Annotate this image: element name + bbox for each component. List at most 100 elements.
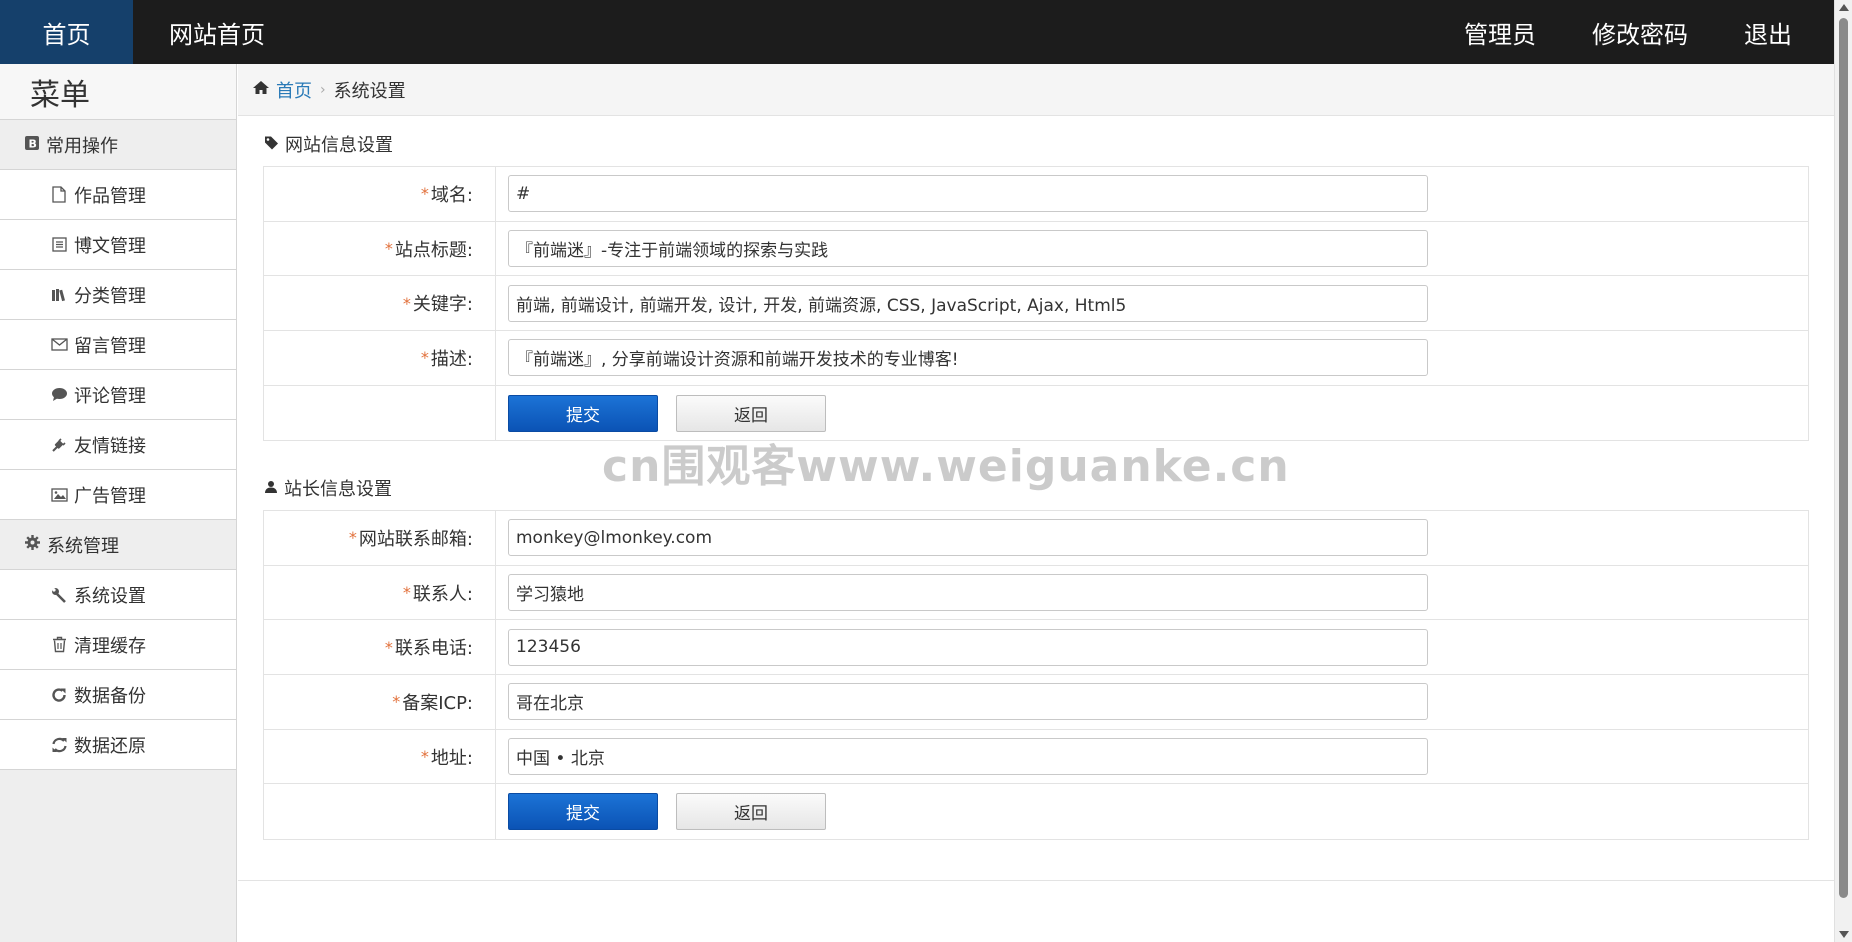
address-input[interactable]: 中国 • 北京 (508, 738, 1428, 776)
required-mark: * (420, 348, 429, 368)
breadcrumb-current: 系统设置 (333, 80, 406, 102)
plug-icon (50, 437, 68, 453)
wrench-icon (50, 587, 68, 603)
sidebar-group-label: 常用操作 (46, 135, 118, 157)
site-settings-form: * 域名: # * 站点标题: 『前端迷』-专注于前端领域的探索与实践 * 关键字: … (263, 166, 1809, 442)
phone-input[interactable]: 123456 (508, 628, 1428, 666)
form-row-email: * 网站联系邮箱: monkey@lmonkey.com (264, 511, 1808, 566)
form-row-contact: * 联系人: 学习猿地 (264, 565, 1808, 621)
owner-back-button[interactable]: 返回 (676, 793, 826, 831)
home-icon (252, 79, 270, 100)
required-mark: * (384, 239, 393, 259)
sidebar-item-system-settings[interactable]: 系统设置 (0, 570, 236, 620)
sidebar-item-label: 清理缓存 (74, 635, 146, 657)
required-mark: * (420, 184, 429, 204)
nav-logout-link[interactable]: 退出 (1716, 0, 1834, 64)
site-back-button[interactable]: 返回 (676, 394, 826, 432)
required-mark: * (402, 293, 411, 313)
keywords-input[interactable]: 前端, 前端设计, 前端开发, 设计, 开发, 前端资源, CSS, JavaS… (508, 284, 1428, 322)
sidebar-item-label: 系统设置 (74, 585, 146, 607)
sidebar-item-label: 评论管理 (74, 385, 146, 407)
domain-input[interactable]: # (508, 175, 1428, 213)
owner-section-title: 站长信息设置 (264, 475, 392, 501)
field-label: 联系电话: (394, 638, 473, 660)
field-label: 联系人: (412, 583, 473, 605)
description-input[interactable]: 『前端迷』, 分享前端设计资源和前端开发技术的专业博客! (508, 339, 1428, 377)
site-submit-button[interactable]: 提交 (508, 394, 658, 432)
sidebar-item-label: 数据备份 (74, 685, 146, 707)
sidebar-item-categories[interactable]: 分类管理 (0, 270, 236, 320)
sidebar-item-works[interactable]: 作品管理 (0, 170, 236, 220)
sidebar-item-label: 广告管理 (74, 485, 146, 507)
sidebar-group-system[interactable]: 系统管理 (0, 520, 236, 570)
sidebar-title: 菜单 (0, 64, 236, 120)
sidebar-item-comments[interactable]: 评论管理 (0, 370, 236, 420)
required-mark: * (420, 747, 429, 767)
nav-home-link[interactable]: 首页 (0, 0, 133, 64)
contact-input[interactable]: 学习猿地 (508, 574, 1428, 612)
breadcrumb-home-link[interactable]: 首页 (276, 77, 312, 103)
breadcrumb: 首页 › 系统设置 (238, 64, 1834, 116)
field-label: 地址: (430, 747, 473, 769)
field-label: 描述: (430, 348, 473, 370)
sidebar-item-messages[interactable]: 留言管理 (0, 320, 236, 370)
nav-change-password-link[interactable]: 修改密码 (1564, 0, 1716, 64)
scrollbar-thumb[interactable] (1839, 18, 1848, 898)
sidebar-item-ads[interactable]: 广告管理 (0, 470, 236, 520)
owner-section-title-text: 站长信息设置 (284, 479, 392, 500)
field-label: 关键字: (412, 294, 473, 316)
form-row-site-title: * 站点标题: 『前端迷』-专注于前端领域的探索与实践 (264, 221, 1808, 277)
field-label: 域名: (430, 184, 473, 206)
owner-submit-button[interactable]: 提交 (508, 793, 658, 831)
vertical-scrollbar[interactable] (1834, 0, 1852, 942)
sidebar-item-label: 作品管理 (74, 185, 146, 207)
top-navbar: 首页 网站首页 管理员 修改密码 退出 (0, 0, 1834, 64)
required-mark: * (402, 583, 411, 603)
sidebar-group-label: 系统管理 (47, 535, 119, 557)
sidebar-item-label: 博文管理 (74, 235, 146, 257)
field-label: 网站联系邮箱: (358, 528, 473, 550)
nav-admin-link[interactable]: 管理员 (1436, 0, 1564, 64)
list-alt-icon (50, 237, 68, 252)
field-label: 备案ICP: (402, 692, 473, 714)
required-mark: * (348, 528, 357, 548)
trash-icon (50, 636, 68, 653)
email-input[interactable]: monkey@lmonkey.com (508, 519, 1428, 557)
picture-icon (50, 487, 68, 502)
form-row-actions: 提交 返回 (264, 385, 1808, 441)
comment-icon (50, 387, 68, 402)
form-row-icp: * 备案ICP: 哥在北京 (264, 675, 1808, 730)
sidebar-item-backup[interactable]: 数据备份 (0, 670, 236, 720)
refresh-icon (50, 687, 68, 703)
scroll-down-arrow-icon[interactable] (1839, 931, 1849, 938)
sidebar-item-links[interactable]: 友情链接 (0, 420, 236, 470)
sidebar-item-label: 留言管理 (74, 335, 146, 357)
form-row-address: * 地址: 中国 • 北京 (264, 729, 1808, 785)
sidebar-item-label: 分类管理 (74, 285, 146, 307)
form-row-actions: 提交 返回 (264, 784, 1808, 840)
user-icon (264, 479, 278, 498)
scroll-up-arrow-icon[interactable] (1839, 4, 1849, 11)
sidebar: 菜单 B 常用操作 作品管理 博文管理 分类管理 留言管理 评论管理 友情链接 … (0, 64, 237, 942)
site-title-input[interactable]: 『前端迷』-专注于前端领域的探索与实践 (508, 230, 1428, 268)
nav-site-home-link[interactable]: 网站首页 (133, 0, 301, 64)
site-section-title-text: 网站信息设置 (285, 135, 393, 156)
svg-text:B: B (29, 137, 37, 150)
sidebar-item-restore[interactable]: 数据还原 (0, 720, 236, 770)
sidebar-item-clear-cache[interactable]: 清理缓存 (0, 620, 236, 670)
required-mark: * (392, 692, 401, 712)
owner-settings-form: * 网站联系邮箱: monkey@lmonkey.com * 联系人: 学习猿地 *… (263, 510, 1809, 841)
tag-icon (264, 135, 279, 154)
b-square-icon: B (24, 135, 40, 155)
form-row-phone: * 联系电话: 123456 (264, 620, 1808, 676)
breadcrumb-separator-icon: › (320, 81, 326, 98)
sidebar-group-common[interactable]: B 常用操作 (0, 120, 236, 170)
file-icon (50, 186, 68, 203)
envelope-icon (50, 338, 68, 351)
site-section-title: 网站信息设置 (264, 131, 393, 157)
sync-icon (50, 737, 68, 753)
icp-input[interactable]: 哥在北京 (508, 683, 1428, 721)
form-row-domain: * 域名: # (264, 167, 1808, 222)
sidebar-item-posts[interactable]: 博文管理 (0, 220, 236, 270)
required-mark: * (384, 637, 393, 657)
